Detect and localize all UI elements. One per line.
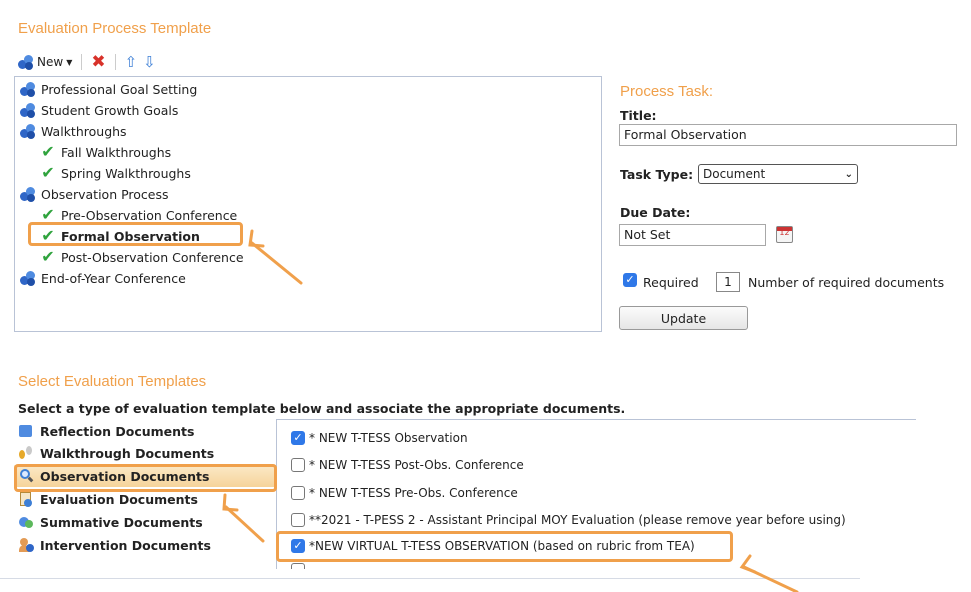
panel-bottom-border: [0, 578, 860, 579]
tree-item-task[interactable]: ✔ Pre-Observation Conference: [40, 205, 237, 225]
document-label: **2021 - T-PESS 2 - Assistant Principal …: [309, 513, 846, 527]
document-checkbox[interactable]: [291, 563, 305, 569]
title-input[interactable]: Formal Observation: [619, 124, 957, 146]
move-up-icon[interactable]: ⇧: [125, 54, 138, 70]
tree-item-label: Pre-Observation Conference: [61, 207, 238, 223]
document-row[interactable]: ✓ *NEW VIRTUAL T-TESS OBSERVATION (based…: [291, 536, 695, 556]
task-type-value: Document: [703, 167, 766, 181]
footprints-icon: [18, 445, 34, 461]
document-list: ✓ * NEW T-TESS Observation * NEW T-TESS …: [276, 419, 916, 569]
required-label: Required: [643, 275, 699, 290]
tree-item-label: End-of-Year Conference: [41, 270, 186, 286]
checkmark-icon: ✔: [41, 142, 55, 161]
category-summative-documents[interactable]: Summative Documents: [14, 511, 276, 533]
tree-toolbar: New ▼ ✖ ⇧ ⇩: [18, 52, 156, 72]
tree-item-task[interactable]: ✔ Post-Observation Conference: [40, 247, 244, 267]
category-label: Walkthrough Documents: [40, 445, 215, 461]
required-checkbox[interactable]: ✓: [623, 273, 637, 287]
document-checkbox[interactable]: ✓: [291, 431, 305, 445]
tree-item-group[interactable]: End-of-Year Conference: [20, 268, 186, 288]
tree-item-group[interactable]: Walkthroughs: [20, 121, 127, 141]
tree-item-group[interactable]: Professional Goal Setting: [20, 79, 197, 99]
checkmark-icon: ✔: [41, 247, 55, 266]
category-walkthrough-documents[interactable]: Walkthrough Documents: [14, 442, 276, 464]
checkmark-icon: ✔: [41, 226, 55, 245]
group-icon: [20, 123, 36, 139]
checkmark-icon: ✔: [41, 163, 55, 182]
dropdown-caret-icon: ▼: [66, 57, 73, 67]
title-label: Title:: [620, 108, 657, 123]
select-templates-instruction: Select a type of evaluation template bel…: [18, 401, 626, 416]
document-label: * NEW T-TESS Observation: [309, 431, 468, 445]
group-add-icon: [18, 54, 34, 70]
select-templates-heading: Select Evaluation Templates: [18, 373, 207, 390]
task-type-select[interactable]: Document ⌄: [698, 164, 858, 184]
move-down-icon[interactable]: ⇩: [143, 54, 156, 70]
document-checkbox[interactable]: [291, 458, 305, 472]
new-button-label: New: [37, 55, 64, 69]
category-reflection-documents[interactable]: Reflection Documents: [14, 420, 276, 442]
document-checkbox[interactable]: [291, 486, 305, 500]
category-intervention-documents[interactable]: Intervention Documents: [14, 534, 276, 556]
process-tree: Professional Goal Setting Student Growth…: [14, 76, 602, 332]
document-label: * NEW T-TESS Post-Obs. Conference: [309, 458, 524, 472]
process-task-heading: Process Task:: [620, 83, 714, 100]
group-icon: [20, 102, 36, 118]
tree-item-label: Post-Observation Conference: [61, 249, 244, 265]
document-label: * NEW T-TESS Pre-Obs. Conference: [309, 486, 518, 500]
document-row[interactable]: * NEW T-TESS Pre-Obs. Conference: [291, 483, 518, 503]
group-icon: [20, 81, 36, 97]
magnifier-icon: [18, 468, 34, 484]
document-checkbox[interactable]: ✓: [291, 539, 305, 553]
required-docs-label: Number of required documents: [748, 275, 945, 290]
tree-item-task-selected[interactable]: ✔ Formal Observation: [40, 226, 200, 246]
evaluation-icon: [18, 491, 34, 507]
required-count-input[interactable]: 1: [716, 272, 740, 292]
category-observation-documents[interactable]: Observation Documents: [14, 465, 276, 487]
due-date-label: Due Date:: [620, 205, 691, 220]
category-label: Evaluation Documents: [40, 491, 198, 507]
tree-item-task[interactable]: ✔ Spring Walkthroughs: [40, 163, 191, 183]
checkmark-icon: ✔: [41, 205, 55, 224]
category-label: Reflection Documents: [40, 423, 195, 439]
category-label: Observation Documents: [40, 468, 210, 484]
document-row-partial[interactable]: [291, 560, 305, 569]
puzzle-icon: [18, 423, 34, 439]
tree-item-label: Fall Walkthroughs: [61, 144, 172, 160]
document-checkbox[interactable]: [291, 513, 305, 527]
update-button[interactable]: Update: [619, 306, 748, 330]
tree-item-group[interactable]: Observation Process: [20, 184, 169, 204]
delete-icon[interactable]: ✖: [91, 53, 105, 71]
task-type-label: Task Type:: [620, 167, 694, 182]
tree-item-label: Spring Walkthroughs: [61, 165, 191, 181]
tree-item-group[interactable]: Student Growth Goals: [20, 100, 178, 120]
tree-item-task[interactable]: ✔ Fall Walkthroughs: [40, 142, 171, 162]
due-date-input[interactable]: Not Set: [619, 224, 766, 246]
group-icon: [20, 186, 36, 202]
toolbar-divider: [114, 54, 116, 70]
document-row[interactable]: ✓ * NEW T-TESS Observation: [291, 428, 468, 448]
intervention-icon: [18, 537, 34, 553]
toolbar-divider: [81, 54, 83, 70]
document-row[interactable]: **2021 - T-PESS 2 - Assistant Principal …: [291, 510, 846, 530]
category-evaluation-documents[interactable]: Evaluation Documents: [14, 488, 276, 510]
group-icon: [20, 270, 36, 286]
tree-item-label: Formal Observation: [61, 228, 200, 244]
category-label: Summative Documents: [40, 514, 203, 530]
document-label: *NEW VIRTUAL T-TESS OBSERVATION (based o…: [309, 539, 695, 553]
tree-item-label: Student Growth Goals: [41, 102, 179, 118]
arrow-to-virtual-observation: [742, 565, 799, 592]
summative-icon: [18, 514, 34, 530]
category-label: Intervention Documents: [40, 537, 211, 553]
chevron-down-icon: ⌄: [844, 168, 853, 180]
template-title: Evaluation Process Template: [18, 20, 212, 37]
document-category-list: Reflection Documents Walkthrough Documen…: [14, 419, 276, 569]
tree-item-label: Professional Goal Setting: [41, 81, 198, 97]
tree-item-label: Walkthroughs: [41, 123, 127, 139]
tree-item-label: Observation Process: [41, 186, 169, 202]
new-button[interactable]: New ▼: [18, 54, 73, 70]
calendar-icon[interactable]: 12: [776, 226, 793, 243]
document-row[interactable]: * NEW T-TESS Post-Obs. Conference: [291, 455, 524, 475]
